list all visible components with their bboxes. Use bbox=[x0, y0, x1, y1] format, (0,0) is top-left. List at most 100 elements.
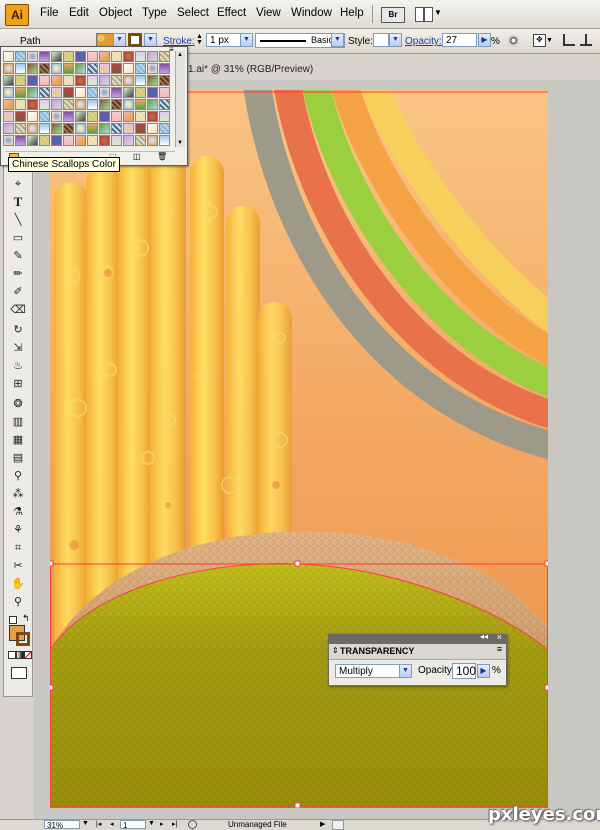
swatch[interactable] bbox=[111, 87, 122, 98]
swatch[interactable] bbox=[135, 51, 146, 62]
transparency-opacity-field[interactable]: 100 bbox=[452, 663, 476, 679]
opacity-link[interactable]: Opacity: bbox=[405, 36, 442, 47]
artboard-dropdown-icon[interactable]: ▼ bbox=[148, 820, 155, 827]
swatch[interactable] bbox=[51, 63, 62, 74]
swatch[interactable] bbox=[15, 63, 26, 74]
stroke-stepper-icon[interactable]: ▲ ▼ bbox=[195, 33, 204, 47]
swatch[interactable] bbox=[3, 111, 14, 122]
swatch[interactable] bbox=[147, 135, 158, 146]
swatch[interactable] bbox=[63, 123, 74, 134]
recolor-artwork-icon[interactable] bbox=[508, 35, 519, 46]
brush-dropdown[interactable]: ▼ bbox=[331, 33, 344, 47]
none-mode-icon[interactable] bbox=[24, 651, 32, 659]
swatch[interactable] bbox=[63, 87, 74, 98]
swatch[interactable] bbox=[99, 135, 110, 146]
blob-brush-tool-icon[interactable]: ✐ bbox=[10, 285, 26, 299]
swatch[interactable] bbox=[15, 75, 26, 86]
delete-swatch-icon[interactable]: 🗑 bbox=[157, 152, 167, 161]
stroke-weight-dropdown[interactable]: ▼ bbox=[240, 33, 253, 47]
swatch[interactable] bbox=[99, 63, 110, 74]
swatch[interactable] bbox=[159, 99, 170, 110]
menu-type[interactable]: Type bbox=[142, 7, 167, 19]
swatch[interactable] bbox=[159, 63, 170, 74]
swatch[interactable] bbox=[87, 135, 98, 146]
swatch[interactable] bbox=[15, 123, 26, 134]
swatch[interactable] bbox=[75, 63, 86, 74]
zoom-field[interactable]: 31% bbox=[44, 820, 80, 830]
zoom-dropdown-icon[interactable]: ▼ bbox=[82, 820, 89, 827]
swatch[interactable] bbox=[3, 123, 14, 134]
stroke-dropdown[interactable]: ▼ bbox=[144, 33, 157, 47]
swatch[interactable] bbox=[51, 87, 62, 98]
swatch[interactable] bbox=[135, 111, 146, 122]
swatch[interactable] bbox=[3, 75, 14, 86]
swatch[interactable] bbox=[27, 75, 38, 86]
document-tab-title[interactable]: 1.ai* @ 31% (RGB/Preview) bbox=[188, 64, 313, 75]
swatch[interactable] bbox=[39, 51, 50, 62]
swatch[interactable] bbox=[15, 51, 26, 62]
swatch[interactable] bbox=[75, 87, 86, 98]
transparency-panel-header[interactable]: ◂◂ × bbox=[329, 632, 506, 644]
swatch[interactable] bbox=[75, 135, 86, 146]
stroke-color-icon[interactable] bbox=[16, 632, 30, 646]
swatch[interactable] bbox=[3, 87, 14, 98]
menu-effect[interactable]: Effect bbox=[217, 7, 246, 19]
column-graph-tool-icon[interactable]: ▥ bbox=[10, 415, 26, 429]
opacity-field[interactable]: 27 bbox=[442, 33, 477, 47]
swatch[interactable] bbox=[111, 51, 122, 62]
swatch[interactable] bbox=[135, 87, 146, 98]
swatch[interactable] bbox=[87, 111, 98, 122]
line-tool-icon[interactable]: ╲ bbox=[10, 213, 26, 227]
default-colors-icon[interactable] bbox=[9, 616, 17, 624]
color-mode-icon[interactable] bbox=[8, 651, 16, 659]
swatch[interactable] bbox=[15, 99, 26, 110]
swatch[interactable] bbox=[87, 75, 98, 86]
swatch[interactable] bbox=[63, 75, 74, 86]
screen-mode-icon[interactable] bbox=[11, 667, 27, 679]
swatch[interactable] bbox=[27, 87, 38, 98]
align-center-icon[interactable] bbox=[580, 34, 592, 46]
arrange-documents-icon[interactable] bbox=[415, 7, 433, 22]
first-artboard-icon[interactable]: |◂ bbox=[96, 820, 101, 828]
swatch[interactable] bbox=[87, 123, 98, 134]
panel-options-icon[interactable]: ⇕ bbox=[332, 646, 339, 655]
swatch[interactable] bbox=[111, 75, 122, 86]
swap-colors-icon[interactable]: ↰ bbox=[22, 613, 30, 624]
previous-artboard-icon[interactable]: ◂ bbox=[110, 820, 114, 828]
swatch[interactable] bbox=[135, 135, 146, 146]
swatch[interactable] bbox=[39, 63, 50, 74]
swatch[interactable] bbox=[27, 51, 38, 62]
swatch[interactable] bbox=[87, 51, 98, 62]
swatch[interactable] bbox=[63, 111, 74, 122]
gradient-mode-icon[interactable] bbox=[16, 651, 24, 659]
swatch[interactable] bbox=[123, 111, 134, 122]
scroll-up-icon[interactable]: ▲ bbox=[177, 52, 183, 58]
status-menu-arrow-icon[interactable]: ▶ bbox=[320, 820, 325, 828]
swatch[interactable] bbox=[63, 135, 74, 146]
swatch[interactable] bbox=[39, 123, 50, 134]
swatch[interactable] bbox=[123, 75, 134, 86]
crop-area-tool-icon[interactable]: ⌗ bbox=[10, 541, 26, 555]
transform-icon[interactable]: ✥ bbox=[533, 34, 546, 47]
swatch[interactable] bbox=[99, 123, 110, 134]
swatch[interactable] bbox=[3, 135, 14, 146]
swatch[interactable] bbox=[75, 75, 86, 86]
swatch[interactable] bbox=[87, 87, 98, 98]
swatch[interactable] bbox=[63, 51, 74, 62]
swatch[interactable] bbox=[135, 63, 146, 74]
live-paint-tool-icon[interactable]: ⚗ bbox=[10, 505, 26, 519]
fill-dropdown[interactable]: ▼ bbox=[113, 33, 126, 47]
free-transform-tool-icon[interactable]: ⊞ bbox=[10, 377, 26, 391]
swatch[interactable] bbox=[51, 111, 62, 122]
scroll-down-icon[interactable]: ▼ bbox=[177, 140, 183, 146]
swatch[interactable] bbox=[147, 51, 158, 62]
swatch[interactable] bbox=[75, 51, 86, 62]
swatch[interactable] bbox=[123, 135, 134, 146]
new-swatch-icon[interactable]: ◫ bbox=[133, 152, 141, 161]
symbol-sprayer-tool-icon[interactable]: ❂ bbox=[10, 397, 26, 411]
swatch[interactable] bbox=[99, 111, 110, 122]
mesh-tool-icon[interactable]: ▦ bbox=[10, 433, 26, 447]
swatch[interactable] bbox=[3, 63, 14, 74]
swatch[interactable] bbox=[111, 123, 122, 134]
swatch[interactable] bbox=[159, 111, 170, 122]
